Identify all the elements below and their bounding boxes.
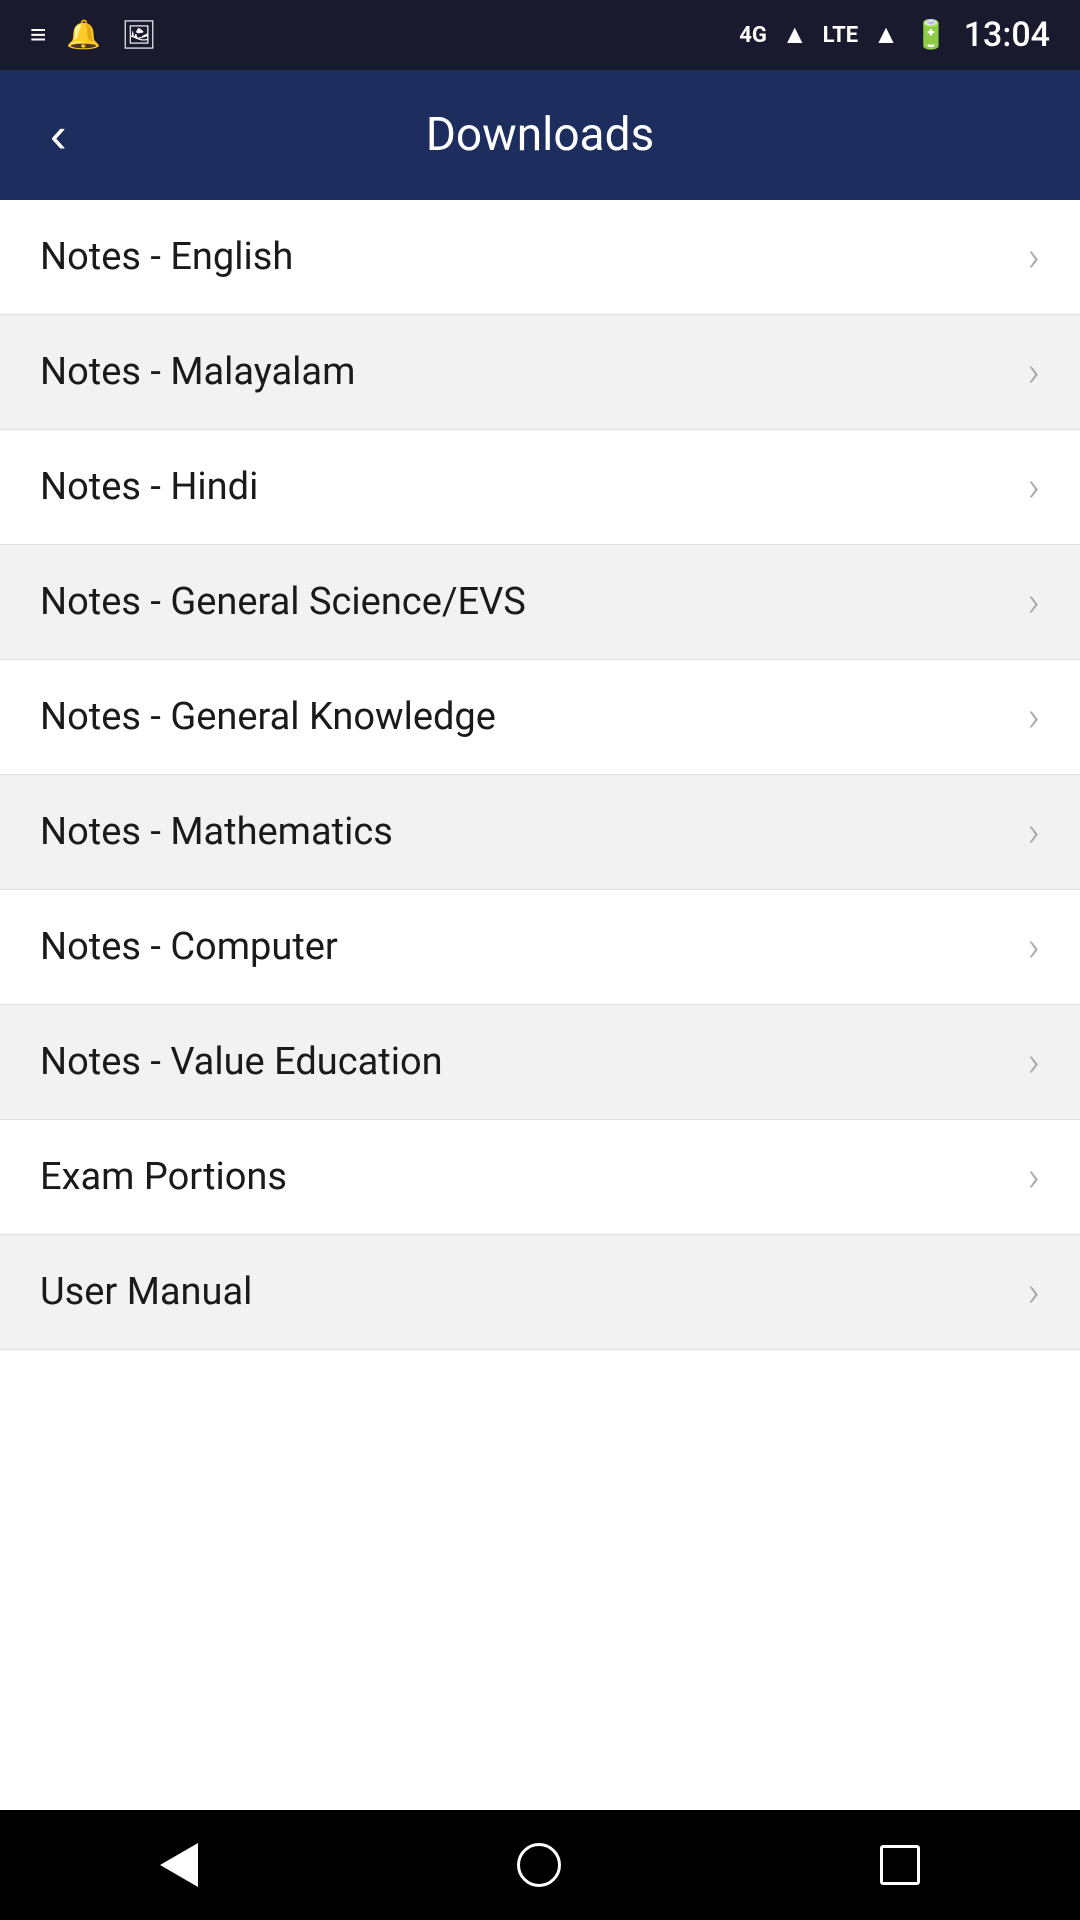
bottom-navigation bbox=[0, 1810, 1080, 1920]
lte-icon: LTE bbox=[823, 23, 858, 48]
chevron-right-icon-notes-general-science: › bbox=[1027, 578, 1040, 627]
list-item-notes-general-science[interactable]: Notes - General Science/EVS › bbox=[0, 545, 1080, 660]
list-item-label-user-manual: User Manual bbox=[40, 1270, 252, 1314]
back-chevron-icon: ‹ bbox=[50, 107, 67, 163]
back-triangle-icon bbox=[160, 1843, 198, 1887]
status-bar: ≡ 🔔 🖼 4G ▲ LTE ▲ 🔋 13:04 bbox=[0, 0, 1080, 70]
signal-4g-icon: 4G bbox=[739, 23, 767, 48]
signal-bars-2-icon: ▲ bbox=[873, 22, 899, 48]
nav-recents-button[interactable] bbox=[865, 1830, 935, 1900]
chevron-right-icon-notes-value-education: › bbox=[1027, 1038, 1040, 1087]
chevron-right-icon-notes-hindi: › bbox=[1027, 463, 1040, 512]
list-item-exam-portions[interactable]: Exam Portions › bbox=[0, 1120, 1080, 1235]
list-item-label-notes-general-science: Notes - General Science/EVS bbox=[40, 580, 526, 624]
back-button[interactable]: ‹ bbox=[40, 100, 77, 170]
list-item-label-notes-mathematics: Notes - Mathematics bbox=[40, 810, 393, 854]
chevron-right-icon-notes-computer: › bbox=[1027, 923, 1040, 972]
signal-bars-icon: ▲ bbox=[782, 22, 808, 48]
list-item-notes-mathematics[interactable]: Notes - Mathematics › bbox=[0, 775, 1080, 890]
status-time: 13:04 bbox=[964, 15, 1050, 55]
list-item-label-notes-english: Notes - English bbox=[40, 235, 293, 279]
list-item-label-notes-hindi: Notes - Hindi bbox=[40, 465, 258, 509]
downloads-list: Notes - English›Notes - Malayalam›Notes … bbox=[0, 200, 1080, 1810]
list-item-notes-hindi[interactable]: Notes - Hindi › bbox=[0, 430, 1080, 545]
nav-back-button[interactable] bbox=[145, 1828, 213, 1902]
chevron-right-icon-user-manual: › bbox=[1027, 1268, 1040, 1317]
menu-icon: ≡ bbox=[30, 21, 46, 49]
chevron-right-icon-notes-mathematics: › bbox=[1027, 808, 1040, 857]
list-item-notes-english[interactable]: Notes - English › bbox=[0, 200, 1080, 315]
chevron-right-icon-exam-portions: › bbox=[1027, 1153, 1040, 1202]
chevron-right-icon-notes-english: › bbox=[1027, 233, 1040, 282]
recents-square-icon bbox=[880, 1845, 920, 1885]
list-item-user-manual[interactable]: User Manual › bbox=[0, 1235, 1080, 1350]
list-item-notes-computer[interactable]: Notes - Computer › bbox=[0, 890, 1080, 1005]
chevron-right-icon-notes-malayalam: › bbox=[1027, 348, 1040, 397]
list-item-notes-malayalam[interactable]: Notes - Malayalam › bbox=[0, 315, 1080, 430]
status-bar-right-icons: 4G ▲ LTE ▲ 🔋 13:04 bbox=[739, 15, 1050, 55]
home-circle-icon bbox=[517, 1843, 561, 1887]
image-icon: 🖼 bbox=[121, 21, 157, 49]
page-title: Downloads bbox=[426, 108, 655, 162]
nav-home-button[interactable] bbox=[502, 1828, 576, 1902]
list-item-notes-general-knowledge[interactable]: Notes - General Knowledge › bbox=[0, 660, 1080, 775]
battery-icon: 🔋 bbox=[914, 21, 949, 49]
list-item-label-notes-value-education: Notes - Value Education bbox=[40, 1040, 443, 1084]
header: ‹ Downloads bbox=[0, 70, 1080, 200]
list-item-label-notes-general-knowledge: Notes - General Knowledge bbox=[40, 695, 496, 739]
chevron-right-icon-notes-general-knowledge: › bbox=[1027, 693, 1040, 742]
list-item-notes-value-education[interactable]: Notes - Value Education › bbox=[0, 1005, 1080, 1120]
list-item-label-notes-malayalam: Notes - Malayalam bbox=[40, 350, 355, 394]
list-item-label-notes-computer: Notes - Computer bbox=[40, 925, 338, 969]
list-item-label-exam-portions: Exam Portions bbox=[40, 1155, 287, 1199]
status-bar-left-icons: ≡ 🔔 🖼 bbox=[30, 21, 157, 49]
notification-icon: 🔔 bbox=[66, 21, 101, 49]
